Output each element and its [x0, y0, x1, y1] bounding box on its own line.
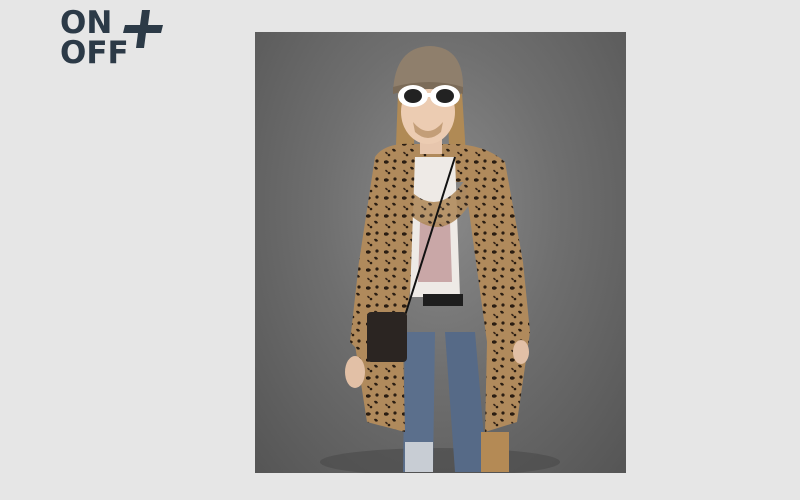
logo-text-off: OFF [60, 35, 129, 71]
portrait-photo [255, 32, 626, 473]
plus-icon [123, 10, 163, 48]
portrait-illustration [320, 46, 560, 473]
page: ON OFF [0, 0, 800, 500]
onoff-logo[interactable]: ON OFF [60, 6, 170, 72]
